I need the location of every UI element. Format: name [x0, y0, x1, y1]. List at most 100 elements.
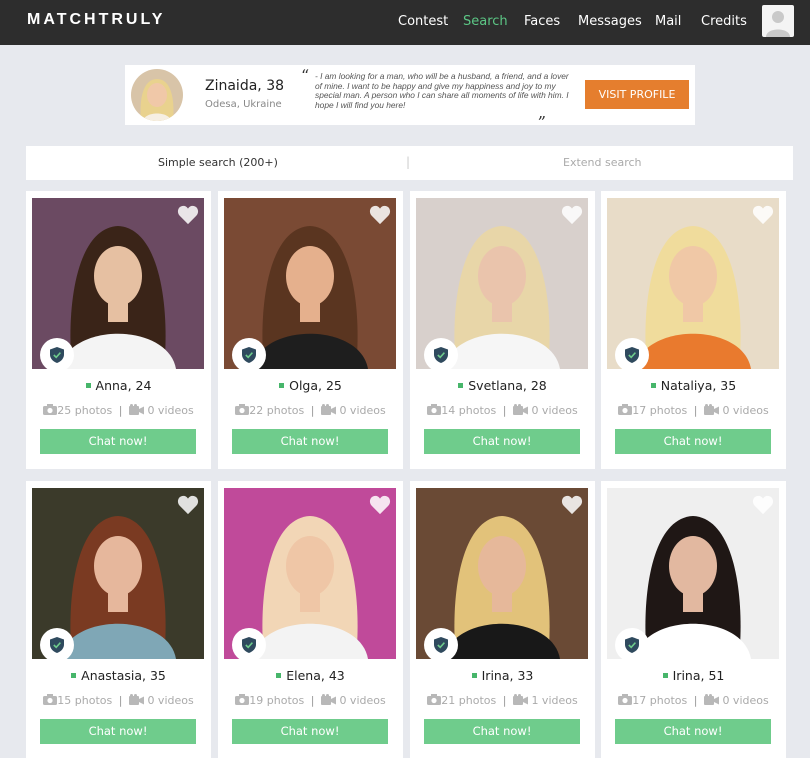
media-stats: 17 photos | 0 videos	[601, 404, 786, 417]
profile-photo[interactable]	[416, 198, 588, 369]
heart-icon[interactable]	[752, 205, 774, 225]
stats-separator: |	[118, 694, 123, 707]
online-indicator	[279, 383, 285, 388]
open-quote-mark: “	[301, 66, 310, 85]
photo-count[interactable]: 17 photos	[632, 694, 687, 707]
chat-now-button[interactable]: Chat now!	[615, 429, 771, 454]
video-count[interactable]: 0 videos	[722, 694, 768, 707]
media-stats: 14 photos | 0 videos	[410, 404, 595, 417]
online-indicator	[71, 673, 77, 678]
top-navigation-bar: MATCHTRULY Contest Search Faces Messages…	[0, 0, 810, 45]
media-stats: 22 photos | 0 videos	[218, 404, 403, 417]
profile-photo[interactable]	[607, 198, 779, 369]
shield-check-icon	[625, 637, 639, 653]
verified-badge	[424, 338, 458, 369]
shield-check-icon	[434, 637, 448, 653]
photo-count[interactable]: 21 photos	[441, 694, 496, 707]
profile-name: Nataliya, 35	[660, 378, 737, 393]
profile-photo[interactable]	[32, 488, 204, 659]
photo-count[interactable]: 19 photos	[249, 694, 304, 707]
user-avatar-button[interactable]	[762, 5, 794, 37]
profile-name: Anastasia, 35	[81, 668, 166, 683]
chat-now-button[interactable]: Chat now!	[40, 719, 196, 744]
video-count[interactable]: 0 videos	[339, 404, 385, 417]
verified-badge	[424, 628, 458, 659]
video-camera-icon	[703, 404, 719, 415]
video-count[interactable]: 0 videos	[147, 694, 193, 707]
video-count[interactable]: 0 videos	[531, 404, 577, 417]
nav-faces[interactable]: Faces	[524, 14, 560, 29]
tab-extend-search[interactable]: Extend search	[563, 156, 642, 169]
profile-name: Elena, 43	[286, 668, 345, 683]
chat-now-button[interactable]: Chat now!	[232, 429, 388, 454]
stats-separator: |	[118, 404, 123, 417]
photo-count[interactable]: 14 photos	[441, 404, 496, 417]
nav-search[interactable]: Search	[463, 14, 508, 29]
user-avatar-icon	[766, 11, 790, 37]
heart-icon[interactable]	[177, 205, 199, 225]
heart-icon[interactable]	[369, 205, 391, 225]
chat-now-button[interactable]: Chat now!	[40, 429, 196, 454]
chat-now-button[interactable]: Chat now!	[615, 719, 771, 744]
heart-icon[interactable]	[369, 495, 391, 515]
online-indicator	[471, 673, 477, 678]
camera-icon	[618, 404, 633, 415]
video-count[interactable]: 0 videos	[722, 404, 768, 417]
shield-check-icon	[625, 347, 639, 363]
shield-check-icon	[434, 347, 448, 363]
heart-icon[interactable]	[561, 495, 583, 515]
nav-mail[interactable]: Mail	[655, 14, 681, 29]
heart-icon[interactable]	[177, 495, 199, 515]
camera-icon	[427, 694, 442, 705]
online-indicator	[458, 383, 464, 388]
stats-separator: |	[310, 404, 315, 417]
media-stats: 19 photos | 0 videos	[218, 694, 403, 707]
video-count[interactable]: 0 videos	[147, 404, 193, 417]
profile-name: Irina, 51	[672, 668, 725, 683]
visit-profile-button[interactable]: VISIT PROFILE	[585, 80, 689, 109]
video-count[interactable]: 1 videos	[531, 694, 577, 707]
profile-photo[interactable]	[416, 488, 588, 659]
video-camera-icon	[512, 694, 528, 705]
nav-messages[interactable]: Messages	[578, 14, 642, 29]
verified-badge	[615, 628, 649, 659]
camera-icon	[43, 694, 58, 705]
featured-profile-quote: - I am looking for a man, who will be a …	[315, 71, 569, 110]
profile-name: Irina, 33	[481, 668, 534, 683]
stats-separator: |	[693, 404, 698, 417]
photo-count[interactable]: 15 photos	[57, 694, 112, 707]
tab-simple-search[interactable]: Simple search (200+)	[158, 156, 278, 169]
profile-photo[interactable]	[607, 488, 779, 659]
video-camera-icon	[128, 404, 144, 415]
video-camera-icon	[320, 694, 336, 705]
profile-photo[interactable]	[32, 198, 204, 369]
heart-icon[interactable]	[561, 205, 583, 225]
heart-icon[interactable]	[752, 495, 774, 515]
verified-badge	[232, 338, 266, 369]
verified-badge	[615, 338, 649, 369]
search-tabs: Simple search (200+) | Extend search	[26, 146, 793, 180]
video-camera-icon	[703, 694, 719, 705]
nav-credits[interactable]: Credits	[701, 14, 747, 29]
profile-photo[interactable]	[224, 488, 396, 659]
shield-check-icon	[242, 637, 256, 653]
photo-count[interactable]: 22 photos	[249, 404, 304, 417]
profile-photo[interactable]	[224, 198, 396, 369]
media-stats: 17 photos | 0 videos	[601, 694, 786, 707]
site-logo[interactable]: MATCHTRULY	[27, 11, 165, 29]
camera-icon	[235, 404, 250, 415]
chat-now-button[interactable]: Chat now!	[424, 719, 580, 744]
shield-check-icon	[50, 347, 64, 363]
profile-card: Irina, 33 21 photos | 1 videos Chat now!	[410, 481, 595, 758]
nav-contest[interactable]: Contest	[398, 14, 448, 29]
shield-check-icon	[50, 637, 64, 653]
camera-icon	[427, 404, 442, 415]
profile-card: Svetlana, 28 14 photos | 0 videos Chat n…	[410, 191, 595, 469]
chat-now-button[interactable]: Chat now!	[424, 429, 580, 454]
stats-separator: |	[502, 694, 507, 707]
chat-now-button[interactable]: Chat now!	[232, 719, 388, 744]
photo-count[interactable]: 17 photos	[632, 404, 687, 417]
photo-count[interactable]: 25 photos	[57, 404, 112, 417]
video-count[interactable]: 0 videos	[339, 694, 385, 707]
featured-profile-photo[interactable]	[131, 69, 183, 121]
